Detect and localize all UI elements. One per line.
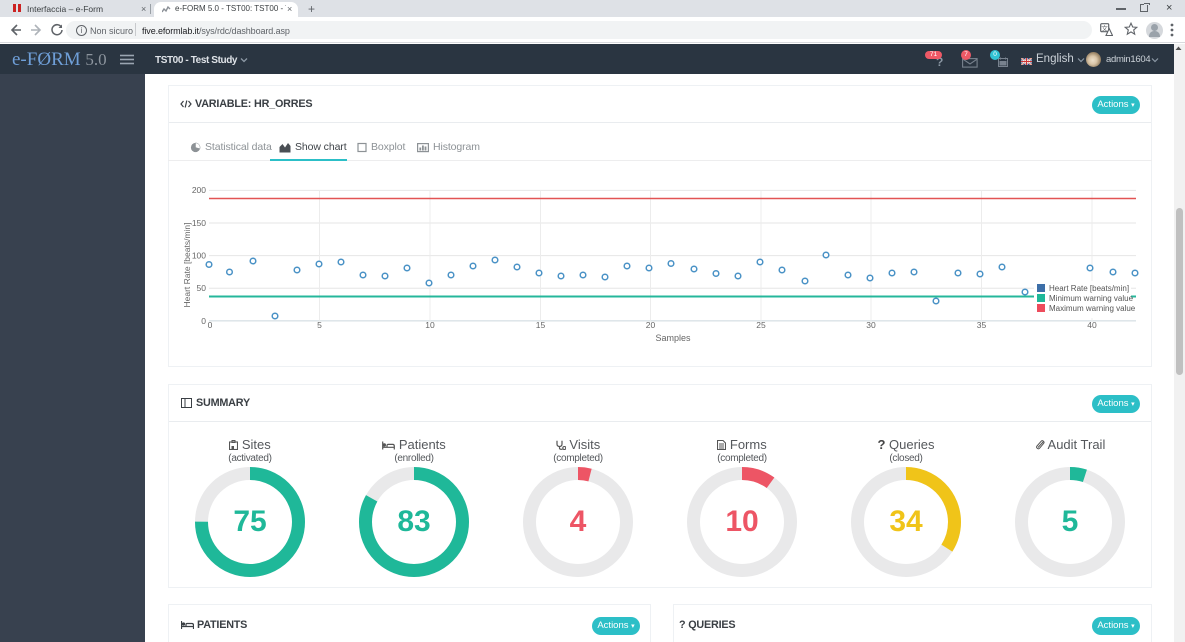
svg-text:30: 30 <box>866 320 876 330</box>
svg-text:0: 0 <box>208 320 213 330</box>
svg-text:5: 5 <box>317 320 322 330</box>
svg-text:10: 10 <box>425 320 435 330</box>
svg-text:Heart Rate [beats/min]: Heart Rate [beats/min] <box>182 222 192 307</box>
svg-text:150: 150 <box>192 218 206 228</box>
svg-text:50: 50 <box>197 283 207 293</box>
svg-text:Minimum warning value: Minimum warning value <box>1049 294 1134 303</box>
svg-text:15: 15 <box>536 320 546 330</box>
svg-text:0: 0 <box>201 316 206 326</box>
svg-text:20: 20 <box>646 320 656 330</box>
svg-text:200: 200 <box>192 185 206 195</box>
svg-text:Heart Rate [beats/min]: Heart Rate [beats/min] <box>1049 284 1129 293</box>
svg-text:Maximum warning value: Maximum warning value <box>1049 304 1136 313</box>
svg-text:100: 100 <box>192 251 206 261</box>
svg-text:文: 文 <box>1101 23 1108 32</box>
svg-text:40: 40 <box>1087 320 1097 330</box>
svg-text:Samples: Samples <box>655 333 691 343</box>
svg-text:25: 25 <box>756 320 766 330</box>
svg-text:35: 35 <box>977 320 987 330</box>
